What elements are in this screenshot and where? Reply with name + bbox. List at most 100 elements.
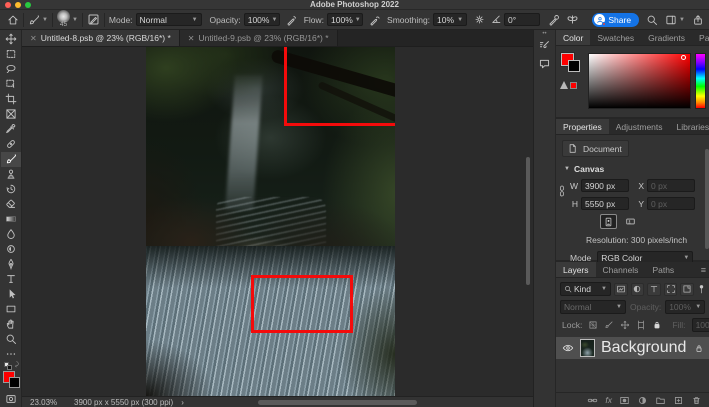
landscape-orientation-button[interactable]	[622, 214, 639, 229]
tab-swatches[interactable]: Swatches	[590, 30, 641, 45]
quick-mask-button[interactable]	[1, 392, 21, 407]
background-color-swatch[interactable]	[9, 377, 20, 388]
filter-smart-objects-icon[interactable]	[680, 283, 694, 296]
marquee-tool[interactable]	[1, 47, 21, 62]
new-layer-icon[interactable]	[673, 395, 684, 406]
pressure-opacity-button[interactable]	[286, 14, 298, 26]
pen-tool[interactable]	[1, 257, 21, 272]
properties-scrollbar[interactable]	[705, 149, 709, 249]
filter-type-layers-icon[interactable]	[647, 283, 661, 296]
zoom-tool[interactable]	[1, 332, 21, 347]
canvas-height-field[interactable]: 5550 px	[581, 197, 629, 210]
history-panel-icon[interactable]	[535, 36, 555, 54]
close-tab-icon[interactable]: ✕	[30, 34, 37, 43]
edit-toolbar-button[interactable]	[1, 347, 21, 362]
layer-row-background[interactable]: Background	[556, 337, 709, 359]
paint-symmetry-butterfly-button[interactable]	[566, 13, 579, 26]
filter-pixel-layers-icon[interactable]	[614, 283, 628, 296]
share-button[interactable]: Share	[592, 13, 639, 27]
layer-visibility-eye-icon[interactable]	[562, 342, 574, 354]
panel-menu-icon[interactable]: ≡	[701, 262, 709, 277]
path-selection-tool[interactable]	[1, 287, 21, 302]
tab-adjustments[interactable]: Adjustments	[609, 119, 670, 134]
history-brush-tool[interactable]	[1, 182, 21, 197]
swap-colors-icon[interactable]: ⤸	[15, 362, 19, 369]
new-group-folder-icon[interactable]	[655, 395, 666, 406]
lock-position-icon[interactable]	[620, 320, 630, 330]
layer-effects-fx-icon[interactable]: fx	[605, 395, 612, 405]
brush-tool[interactable]	[1, 152, 21, 167]
filter-toggle-pin-icon[interactable]	[697, 283, 706, 295]
spot-healing-brush-tool[interactable]	[1, 137, 21, 152]
lasso-tool[interactable]	[1, 62, 21, 77]
tab-gradients[interactable]: Gradients	[641, 30, 692, 45]
move-tool[interactable]	[1, 32, 21, 47]
delete-layer-trash-icon[interactable]	[691, 395, 702, 406]
brush-tool-preset[interactable]: ▼	[28, 14, 48, 26]
workspace-switcher-button[interactable]: ▼	[665, 14, 685, 26]
tab-channels[interactable]: Channels	[596, 262, 646, 277]
layer-filter-kind-dropdown[interactable]: Kind ▼	[560, 282, 611, 296]
toggle-brush-panel-button[interactable]	[87, 13, 100, 26]
tab-patterns[interactable]: Patterns	[692, 30, 709, 45]
close-tab-icon[interactable]: ✕	[188, 34, 195, 43]
gamut-warning-icon[interactable]	[560, 81, 568, 89]
tab-layers[interactable]: Layers	[556, 262, 596, 277]
pressure-size-button[interactable]	[548, 14, 560, 26]
filter-adjustment-layers-icon[interactable]	[631, 283, 645, 296]
layer-blend-mode-dropdown[interactable]: Normal▼	[560, 300, 626, 314]
object-selection-tool[interactable]	[1, 77, 21, 92]
blur-tool[interactable]	[1, 227, 21, 242]
lock-image-icon[interactable]	[604, 320, 614, 330]
gradient-tool[interactable]	[1, 212, 21, 227]
color-saturation-brightness-field[interactable]	[588, 53, 691, 109]
canvas-workspace[interactable]	[22, 47, 533, 396]
tab-paths[interactable]: Paths	[645, 262, 681, 277]
lock-transparency-icon[interactable]	[588, 320, 598, 330]
lock-all-icon[interactable]	[652, 320, 662, 330]
smoothing-options-gear-button[interactable]	[474, 14, 485, 25]
brush-angle-field[interactable]: 0°	[504, 13, 540, 26]
canvas-width-field[interactable]: 3900 px	[581, 179, 629, 192]
tab-color[interactable]: Color	[556, 30, 590, 45]
zoom-level-field[interactable]: 23.03%	[30, 398, 64, 407]
clone-stamp-tool[interactable]	[1, 167, 21, 182]
document-tab-untitled-8[interactable]: ✕ Untitled-8.psb @ 23% (RGB/16*) *	[22, 30, 180, 46]
canvas-vertical-scrollbar[interactable]	[526, 157, 530, 285]
default-swap-colors[interactable]: ⤸	[1, 362, 21, 370]
rectangle-shape-tool[interactable]	[1, 302, 21, 317]
gamut-safe-color-chip[interactable]	[570, 82, 577, 89]
new-adjustment-layer-icon[interactable]	[637, 395, 648, 406]
foreground-background-colors[interactable]	[1, 370, 21, 391]
portrait-orientation-button[interactable]	[600, 214, 617, 229]
eraser-tool[interactable]	[1, 197, 21, 212]
lock-artboard-icon[interactable]	[636, 320, 646, 330]
flow-dropdown[interactable]: 100%▼	[327, 13, 363, 26]
waterfall-photo-canvas[interactable]	[146, 47, 395, 396]
airbrush-button[interactable]	[369, 14, 381, 26]
add-layer-mask-icon[interactable]	[619, 395, 630, 406]
export-share-icon[interactable]	[692, 14, 704, 26]
home-button[interactable]	[7, 14, 19, 26]
canvas-horizontal-scrollbar[interactable]	[258, 400, 417, 405]
comments-panel-icon[interactable]	[535, 54, 555, 72]
document-tab-untitled-9[interactable]: ✕ Untitled-9.psb @ 23% (RGB/16*) *	[180, 30, 338, 46]
tab-properties[interactable]: Properties	[556, 119, 609, 134]
crop-tool[interactable]	[1, 92, 21, 107]
frame-tool[interactable]	[1, 107, 21, 122]
layer-lock-icon[interactable]	[694, 343, 704, 354]
smoothing-dropdown[interactable]: 10%▼	[433, 13, 467, 26]
opacity-dropdown[interactable]: 100%▼	[244, 13, 280, 26]
dodge-tool[interactable]	[1, 242, 21, 257]
search-icon[interactable]	[646, 14, 658, 26]
filter-shape-layers-icon[interactable]	[664, 283, 678, 296]
layer-thumbnail[interactable]	[580, 339, 595, 357]
color-panel-background-swatch[interactable]	[568, 60, 580, 72]
status-chevron-icon[interactable]: ›	[181, 398, 184, 407]
canvas-section-header[interactable]: ▼ Canvas	[564, 164, 704, 174]
eyedropper-tool[interactable]	[1, 122, 21, 137]
brush-size-picker[interactable]: 45 ▼	[57, 10, 78, 29]
hue-slider[interactable]	[695, 53, 706, 109]
link-dimensions-icon[interactable]	[557, 184, 567, 198]
link-layers-icon[interactable]	[587, 395, 598, 406]
